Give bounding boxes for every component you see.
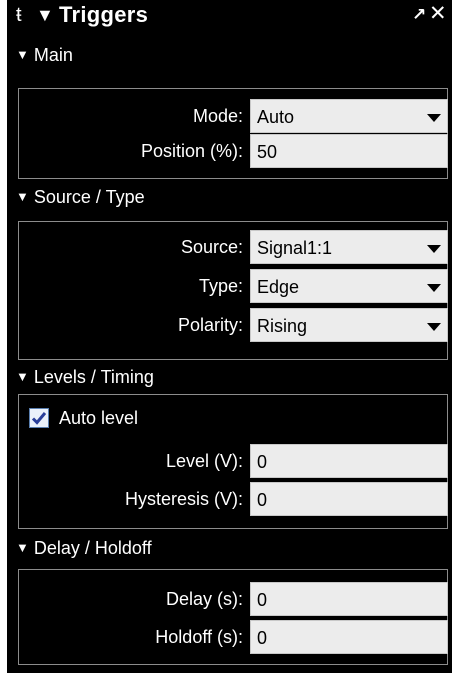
delay-row: Delay (s): 0 — [19, 582, 448, 618]
close-icon[interactable]: ✕ — [429, 3, 447, 25]
delay-input[interactable]: 0 — [250, 582, 448, 616]
section-title-main: Main — [33, 45, 73, 65]
delay-label: Delay (s): — [165, 589, 243, 609]
polarity-label: Polarity: — [177, 315, 243, 335]
source-row: Source: Signal1:1 — [19, 230, 448, 266]
holdoff-label: Holdoff (s): — [155, 627, 243, 647]
mode-row: Mode: Auto — [19, 99, 448, 135]
level-input[interactable]: 0 — [250, 444, 448, 478]
section-title-levels-timing: Levels / Timing — [33, 367, 154, 387]
triangle-down-icon: ▼ — [16, 369, 29, 384]
section-header-main[interactable]: ▼ Main — [7, 42, 452, 68]
position-input[interactable]: 50 — [250, 134, 448, 168]
hysteresis-row: Hysteresis (V): 0 — [19, 482, 448, 518]
panel-titlebar: ŧ ▼ Triggers ↗ ✕ — [7, 0, 452, 32]
type-value: Edge — [257, 277, 300, 297]
auto-level-label: Auto level — [59, 407, 139, 428]
section-box-source-type: Source: Signal1:1 Type: Edge Polarity: R… — [18, 221, 448, 360]
checkmark-icon — [31, 412, 47, 425]
triangle-down-icon: ▼ — [16, 189, 29, 204]
triangle-down-icon: ▼ — [16, 47, 29, 62]
dropdown-arrow-icon — [427, 114, 441, 122]
dropdown-arrow-icon — [427, 245, 441, 253]
triggers-panel: ŧ ▼ Triggers ↗ ✕ ▼ Main Mode: Auto Positi… — [7, 0, 452, 673]
dropdown-arrow-icon — [427, 323, 441, 331]
type-row: Type: Edge — [19, 269, 448, 305]
section-header-source-type[interactable]: ▼ Source / Type — [7, 182, 452, 212]
position-row: Position (%): 50 — [19, 134, 448, 170]
pin-icon[interactable]: ŧ — [16, 5, 22, 25]
hysteresis-input[interactable]: 0 — [250, 482, 448, 516]
source-value: Signal1:1 — [257, 238, 333, 258]
auto-level-checkbox[interactable] — [29, 408, 49, 428]
section-box-main: Mode: Auto Position (%): 50 — [18, 88, 448, 179]
panel-title: Triggers — [59, 2, 149, 27]
level-label: Level (V): — [165, 451, 243, 471]
mode-select[interactable]: Auto — [250, 99, 448, 133]
mode-label: Mode: — [192, 106, 243, 126]
mode-value: Auto — [257, 107, 295, 127]
position-label: Position (%): — [140, 141, 243, 161]
source-select[interactable]: Signal1:1 — [250, 230, 448, 264]
holdoff-input[interactable]: 0 — [250, 620, 448, 654]
panel-menu-icon[interactable]: ▼ — [36, 5, 54, 25]
polarity-value: Rising — [257, 316, 308, 336]
section-title-delay-holdoff: Delay / Holdoff — [33, 538, 152, 558]
polarity-row: Polarity: Rising — [19, 308, 448, 344]
section-box-levels-timing: Auto level Level (V): 0 Hysteresis (V): … — [18, 394, 448, 529]
source-label: Source: — [180, 237, 243, 257]
auto-level-checkbox-row[interactable]: Auto level — [29, 405, 138, 431]
undock-icon[interactable]: ↗ — [412, 5, 426, 25]
section-header-levels-timing[interactable]: ▼ Levels / Timing — [7, 362, 452, 392]
hysteresis-label: Hysteresis (V): — [124, 489, 243, 509]
dropdown-arrow-icon — [427, 284, 441, 292]
section-header-delay-holdoff[interactable]: ▼ Delay / Holdoff — [7, 533, 452, 563]
polarity-select[interactable]: Rising — [250, 308, 448, 342]
level-row: Level (V): 0 — [19, 444, 448, 480]
section-box-delay-holdoff: Delay (s): 0 Holdoff (s): 0 — [18, 569, 448, 665]
holdoff-row: Holdoff (s): 0 — [19, 620, 448, 656]
type-label: Type: — [198, 276, 243, 296]
type-select[interactable]: Edge — [250, 269, 448, 303]
section-title-source-type: Source / Type — [33, 187, 145, 207]
triangle-down-icon: ▼ — [16, 540, 29, 555]
